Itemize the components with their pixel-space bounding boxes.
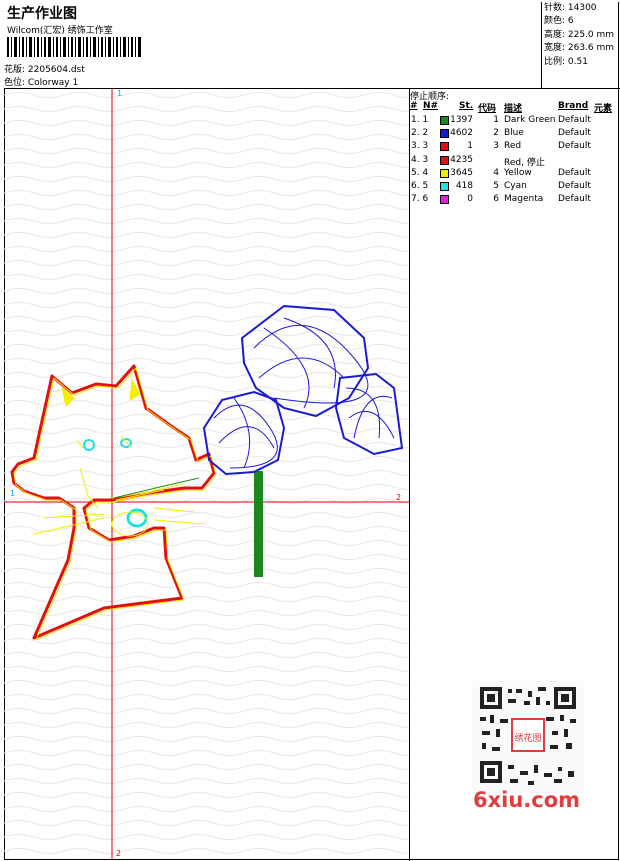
- col-n: N#: [423, 101, 439, 111]
- row-description: Blue: [504, 128, 524, 139]
- page-title: 生产作业图: [7, 6, 77, 22]
- row-description: Dark Green: [504, 115, 556, 125]
- row-stitches: 1397: [450, 115, 473, 125]
- fabric-background: [4, 88, 409, 860]
- design-canvas: 1 2 2 1: [4, 88, 409, 860]
- row-index: 2. 2: [411, 128, 429, 139]
- design-scale: 比例: 0.51: [544, 56, 588, 67]
- row-index: 6. 5: [411, 181, 429, 191]
- stitch-count: 针数: 14300: [544, 3, 597, 13]
- row-brand: Default: [558, 115, 591, 125]
- col-st: St.: [459, 101, 474, 111]
- row-brand: Default: [558, 128, 591, 139]
- row-description: Red: [504, 141, 522, 152]
- color-swatch: [440, 129, 449, 139]
- sequence-row: 6. 5 418 5 Cyan Default: [410, 181, 618, 194]
- sequence-row: 5. 4 3645 4 Yellow Default: [410, 168, 618, 181]
- seal-text: 绣花图: [514, 732, 541, 744]
- row-brand: Default: [558, 167, 591, 178]
- row-index: 5. 4: [411, 167, 429, 178]
- row-description: Magenta: [504, 194, 544, 205]
- row-code: 1: [493, 115, 499, 125]
- col-code: 代码: [478, 104, 497, 114]
- color-swatch: [440, 168, 449, 178]
- col-brand: Brand: [558, 101, 589, 111]
- colorway-label: 色位: Colorway 1: [4, 78, 79, 88]
- row-stitches: 1: [467, 141, 473, 152]
- row-brand: Default: [558, 141, 591, 152]
- row-stitches: 3645: [450, 167, 473, 178]
- row-stitches: 4235: [450, 154, 473, 165]
- col-element: 元素: [594, 104, 613, 114]
- axis-label-top: 1: [117, 89, 122, 98]
- row-code: 4: [493, 167, 499, 178]
- qr-watermark: 绣花图: [472, 681, 584, 793]
- sequence-row: 4. 3 4235 Red, 停止: [410, 155, 618, 168]
- color-swatch: [440, 142, 449, 152]
- row-description: Cyan: [504, 181, 527, 191]
- row-description: Red, 停止: [504, 157, 545, 168]
- stats-panel: 针数: 14300 颜色: 6 高度: 225.0 mm 宽度: 263.6 m…: [541, 2, 620, 88]
- sequence-row: 7. 6 0 6 Magenta Default: [410, 194, 618, 207]
- color-swatch: [440, 116, 449, 125]
- row-stitches: 4602: [450, 128, 473, 139]
- color-count: 颜色: 6: [544, 16, 574, 27]
- color-swatch: [440, 195, 449, 205]
- row-code: 6: [493, 194, 499, 205]
- axis-label-right: 2: [396, 493, 401, 502]
- axis-label-bottom: 2: [116, 849, 121, 858]
- row-description: Yellow: [504, 167, 532, 178]
- row-stitches: 0: [467, 194, 473, 205]
- row-code: 3: [493, 141, 499, 152]
- design-file-label: 花版: 2205604.dst: [4, 65, 85, 75]
- color-swatch: [440, 182, 449, 191]
- row-index: 1. 1: [411, 115, 429, 125]
- sequence-row: 1. 1 1397 1 Dark Green Default: [410, 115, 618, 128]
- row-code: 5: [493, 181, 499, 191]
- row-code: 2: [493, 128, 499, 139]
- design-height: 高度: 225.0 mm: [544, 29, 615, 40]
- col-hash: #: [410, 101, 418, 111]
- axis-label-left: 1: [10, 489, 15, 498]
- row-index: 4. 3: [411, 154, 429, 165]
- row-brand: Default: [558, 194, 591, 205]
- row-brand: Default: [558, 181, 591, 191]
- sequence-row: 3. 3 1 3 Red Default: [410, 141, 618, 154]
- watermark-text: 6xiu.com: [473, 788, 581, 812]
- color-swatch: [440, 155, 449, 165]
- design-width: 宽度: 263.6 mm: [544, 43, 615, 54]
- col-desc: 描述: [504, 104, 523, 114]
- row-index: 7. 6: [411, 194, 429, 205]
- row-stitches: 418: [455, 181, 473, 191]
- flower-stem: [254, 471, 263, 577]
- studio-name: Wilcom(汇宏) 绣饰工作室: [7, 26, 113, 36]
- sequence-row: 2. 2 4602 2 Blue Default: [410, 128, 618, 141]
- row-index: 3. 3: [411, 141, 429, 152]
- barcode: [7, 37, 141, 57]
